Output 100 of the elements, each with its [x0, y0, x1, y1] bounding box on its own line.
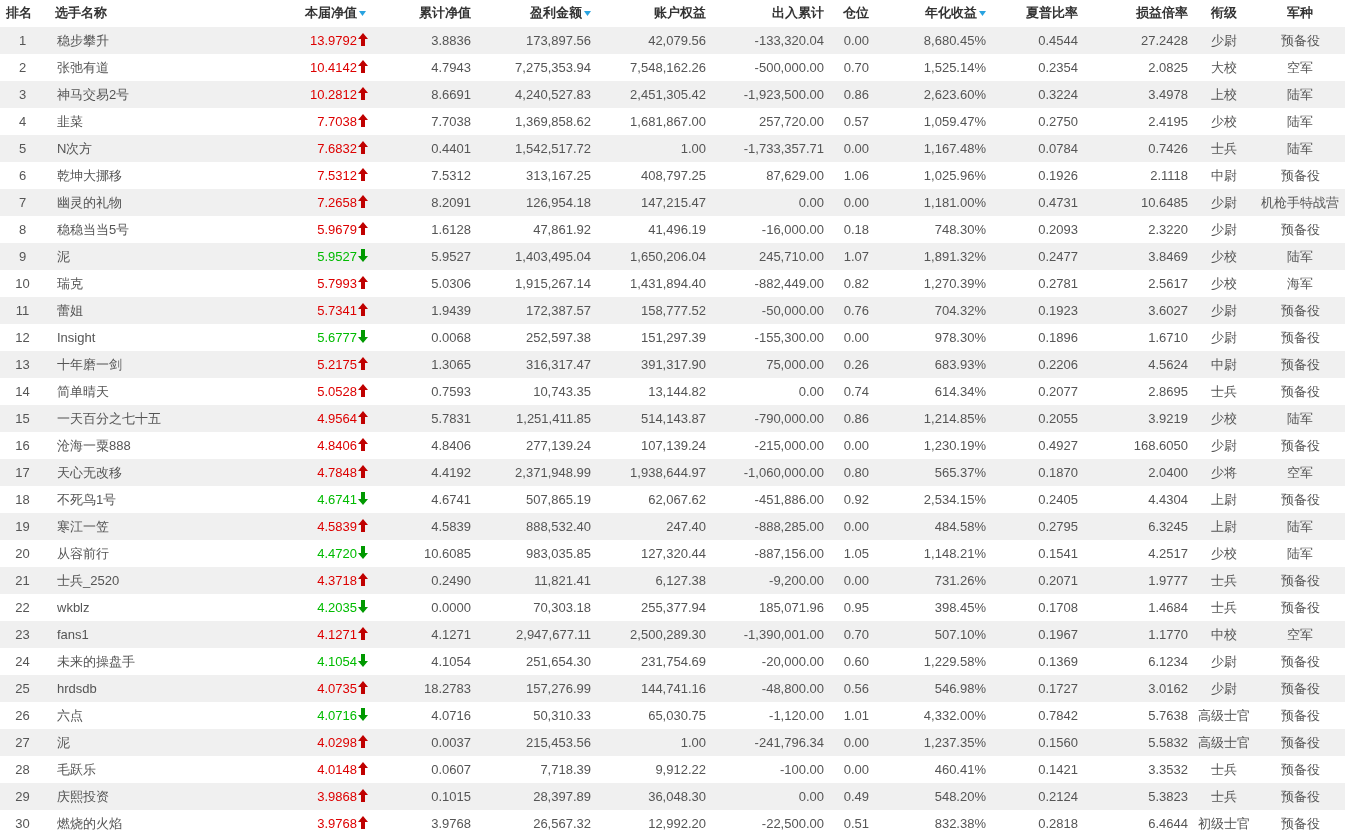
- table-cell: 18.2783: [370, 675, 475, 702]
- table-cell: 瑞克: [45, 270, 250, 297]
- table-cell: 大校: [1192, 54, 1255, 81]
- table-cell: 2,623.60%: [873, 81, 990, 108]
- table-cell: 17: [0, 459, 45, 486]
- table-cell: 0.2093: [990, 216, 1082, 243]
- table-cell: 4.2517: [1082, 540, 1192, 567]
- table-cell: 少校: [1192, 540, 1255, 567]
- table-cell: 0.1967: [990, 621, 1082, 648]
- table-cell: 5.7638: [1082, 702, 1192, 729]
- table-cell: 1.3065: [370, 351, 475, 378]
- table-cell: 41,496.19: [595, 216, 710, 243]
- net-value-text: 5.9679: [317, 222, 357, 237]
- table-cell: 1,229.58%: [873, 648, 990, 675]
- net-value-text: 4.9564: [317, 411, 357, 426]
- table-cell: 3.8836: [370, 27, 475, 54]
- table-cell: 1,369,858.62: [475, 108, 595, 135]
- table-cell: 0.4731: [990, 189, 1082, 216]
- net-value-text: 4.8406: [317, 438, 357, 453]
- table-cell: 1,681,867.00: [595, 108, 710, 135]
- sort-icon[interactable]: [979, 11, 986, 17]
- column-header[interactable]: 盈利金额: [475, 0, 595, 27]
- table-cell: -1,390,001.00: [710, 621, 828, 648]
- table-cell: 十年磨一剑: [45, 351, 250, 378]
- table-cell: 2,947,677.11: [475, 621, 595, 648]
- table-cell: 0.1421: [990, 756, 1082, 783]
- net-value-text: 4.6741: [317, 492, 357, 507]
- table-cell: -50,000.00: [710, 297, 828, 324]
- table-cell: 748.30%: [873, 216, 990, 243]
- table-cell: 185,071.96: [710, 594, 828, 621]
- table-cell: 5.3823: [1082, 783, 1192, 810]
- table-cell: 6.4644: [1082, 810, 1192, 837]
- table-cell: 2.4195: [1082, 108, 1192, 135]
- table-cell: 0.00: [828, 513, 873, 540]
- table-cell: 0.7426: [1082, 135, 1192, 162]
- table-cell: -1,120.00: [710, 702, 828, 729]
- table-cell: 预备役: [1255, 378, 1345, 405]
- table-cell: -22,500.00: [710, 810, 828, 837]
- table-cell: 151,297.39: [595, 324, 710, 351]
- table-cell: 1.06: [828, 162, 873, 189]
- table-cell: 507.10%: [873, 621, 990, 648]
- table-cell: 1,181.00%: [873, 189, 990, 216]
- table-cell: 少尉: [1192, 675, 1255, 702]
- table-cell: 507,865.19: [475, 486, 595, 513]
- column-header[interactable]: 本届净值: [250, 0, 370, 27]
- table-cell: 0.00: [828, 324, 873, 351]
- table-cell: 546.98%: [873, 675, 990, 702]
- table-cell: 4,332.00%: [873, 702, 990, 729]
- table-cell: 1,525.14%: [873, 54, 990, 81]
- table-cell: 316,317.47: [475, 351, 595, 378]
- net-value-text: 13.9792: [310, 33, 357, 48]
- table-cell: 6.1234: [1082, 648, 1192, 675]
- net-value-text: 3.9868: [317, 789, 357, 804]
- net-value-text: 4.2035: [317, 600, 357, 615]
- table-cell: 0.57: [828, 108, 873, 135]
- table-cell: 0.7842: [990, 702, 1082, 729]
- table-cell: 27: [0, 729, 45, 756]
- table-cell: 少尉: [1192, 324, 1255, 351]
- table-cell: wkblz: [45, 594, 250, 621]
- table-cell: 4.1271: [370, 621, 475, 648]
- table-cell: 0.00: [828, 432, 873, 459]
- table-cell: 0.95: [828, 594, 873, 621]
- table-cell: 1,167.48%: [873, 135, 990, 162]
- table-cell: 408,797.25: [595, 162, 710, 189]
- table-cell: 预备役: [1255, 756, 1345, 783]
- table-cell: 144,741.16: [595, 675, 710, 702]
- table-cell: 514,143.87: [595, 405, 710, 432]
- table-cell: 1.9439: [370, 297, 475, 324]
- column-header[interactable]: 年化收益: [873, 0, 990, 27]
- table-cell: 460.41%: [873, 756, 990, 783]
- table-cell: 9: [0, 243, 45, 270]
- table-cell: -1,733,357.71: [710, 135, 828, 162]
- table-cell: 0.00: [710, 783, 828, 810]
- net-value-text: 3.9768: [317, 816, 357, 831]
- table-cell: 1.01: [828, 702, 873, 729]
- net-value-text: 5.2175: [317, 357, 357, 372]
- table-cell: 2.3220: [1082, 216, 1192, 243]
- table-cell: 4.1054: [370, 648, 475, 675]
- table-cell: 5.9527: [370, 243, 475, 270]
- sort-icon[interactable]: [359, 11, 366, 17]
- table-cell: 0.4544: [990, 27, 1082, 54]
- net-value-text: 5.7993: [317, 276, 357, 291]
- table-cell: 1,237.35%: [873, 729, 990, 756]
- table-cell: 391,317.90: [595, 351, 710, 378]
- table-cell: -9,200.00: [710, 567, 828, 594]
- table-cell: 陆军: [1255, 135, 1345, 162]
- table-cell: 少尉: [1192, 648, 1255, 675]
- table-cell: hrdsdb: [45, 675, 250, 702]
- table-cell: 1,214.85%: [873, 405, 990, 432]
- table-cell: 0.70: [828, 621, 873, 648]
- table-cell: 6.3245: [1082, 513, 1192, 540]
- table-cell: -133,320.04: [710, 27, 828, 54]
- table-cell: 0.1870: [990, 459, 1082, 486]
- net-value-text: 4.7848: [317, 465, 357, 480]
- table-cell: 简单晴天: [45, 378, 250, 405]
- table-cell: 士兵: [1192, 567, 1255, 594]
- table-cell: 陆军: [1255, 540, 1345, 567]
- table-cell: 15: [0, 405, 45, 432]
- sort-icon[interactable]: [584, 11, 591, 17]
- table-cell: 36,048.30: [595, 783, 710, 810]
